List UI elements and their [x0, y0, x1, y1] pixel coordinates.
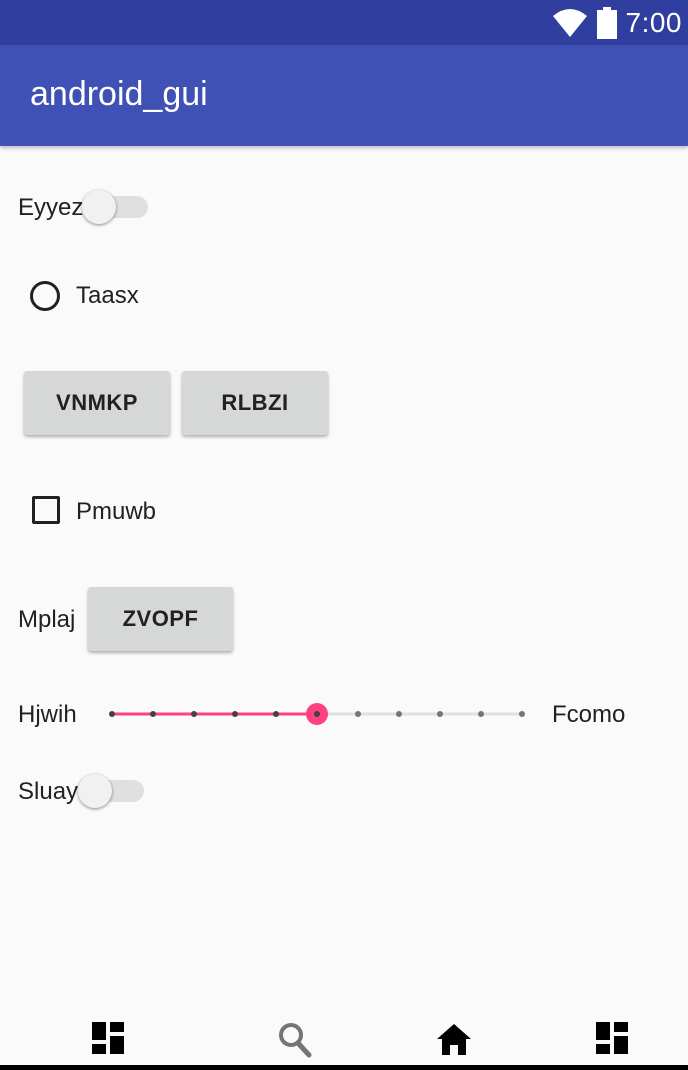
mplaj-label: Mplaj: [18, 606, 76, 633]
switch-thumb[interactable]: [78, 774, 112, 808]
switch-sluay-label: Sluay: [18, 778, 79, 805]
slider-tick: [478, 711, 484, 717]
navbar-divider: [0, 1065, 688, 1070]
rlbzi-button[interactable]: RLBZI: [182, 371, 328, 435]
slider-tick: [109, 711, 115, 717]
checkbox-pmuwb-label: Pmuwb: [76, 498, 157, 525]
app-bar: android_gui: [0, 45, 688, 146]
slider-tick: [437, 711, 443, 717]
slider-tick: [273, 711, 279, 717]
slider-left-label: Hjwih: [18, 701, 77, 728]
slider-tick: [314, 711, 320, 717]
slider-tick: [355, 711, 361, 717]
slider-tick: [396, 711, 402, 717]
slider-right-label: Fcomo: [552, 701, 626, 728]
slider-tick: [232, 711, 238, 717]
battery-icon: [596, 7, 617, 39]
slider-tick: [519, 711, 525, 717]
search-icon[interactable]: [278, 1022, 312, 1058]
switch-thumb[interactable]: [82, 190, 116, 224]
slider-track[interactable]: [108, 698, 528, 730]
dashboard-icon[interactable]: [92, 1022, 124, 1054]
status-time: 7:00: [625, 7, 682, 38]
slider-tick: [150, 711, 156, 717]
zvopf-button[interactable]: ZVOPF: [88, 587, 233, 651]
discrete-slider[interactable]: [108, 698, 528, 730]
dashboard-icon[interactable]: [596, 1022, 628, 1054]
radio-taasx[interactable]: [30, 281, 60, 311]
radio-taasx-label: Taasx: [76, 282, 139, 309]
status-bar: 7:00: [0, 0, 688, 45]
slider-tick: [191, 711, 197, 717]
wifi-icon: [552, 9, 587, 37]
switch-eyyez-label: Eyyez: [18, 194, 84, 221]
vnmkp-button[interactable]: VNMKP: [24, 371, 170, 435]
app-title: android_gui: [30, 75, 208, 113]
checkbox-pmuwb[interactable]: [32, 496, 60, 524]
home-icon[interactable]: [436, 1022, 472, 1056]
